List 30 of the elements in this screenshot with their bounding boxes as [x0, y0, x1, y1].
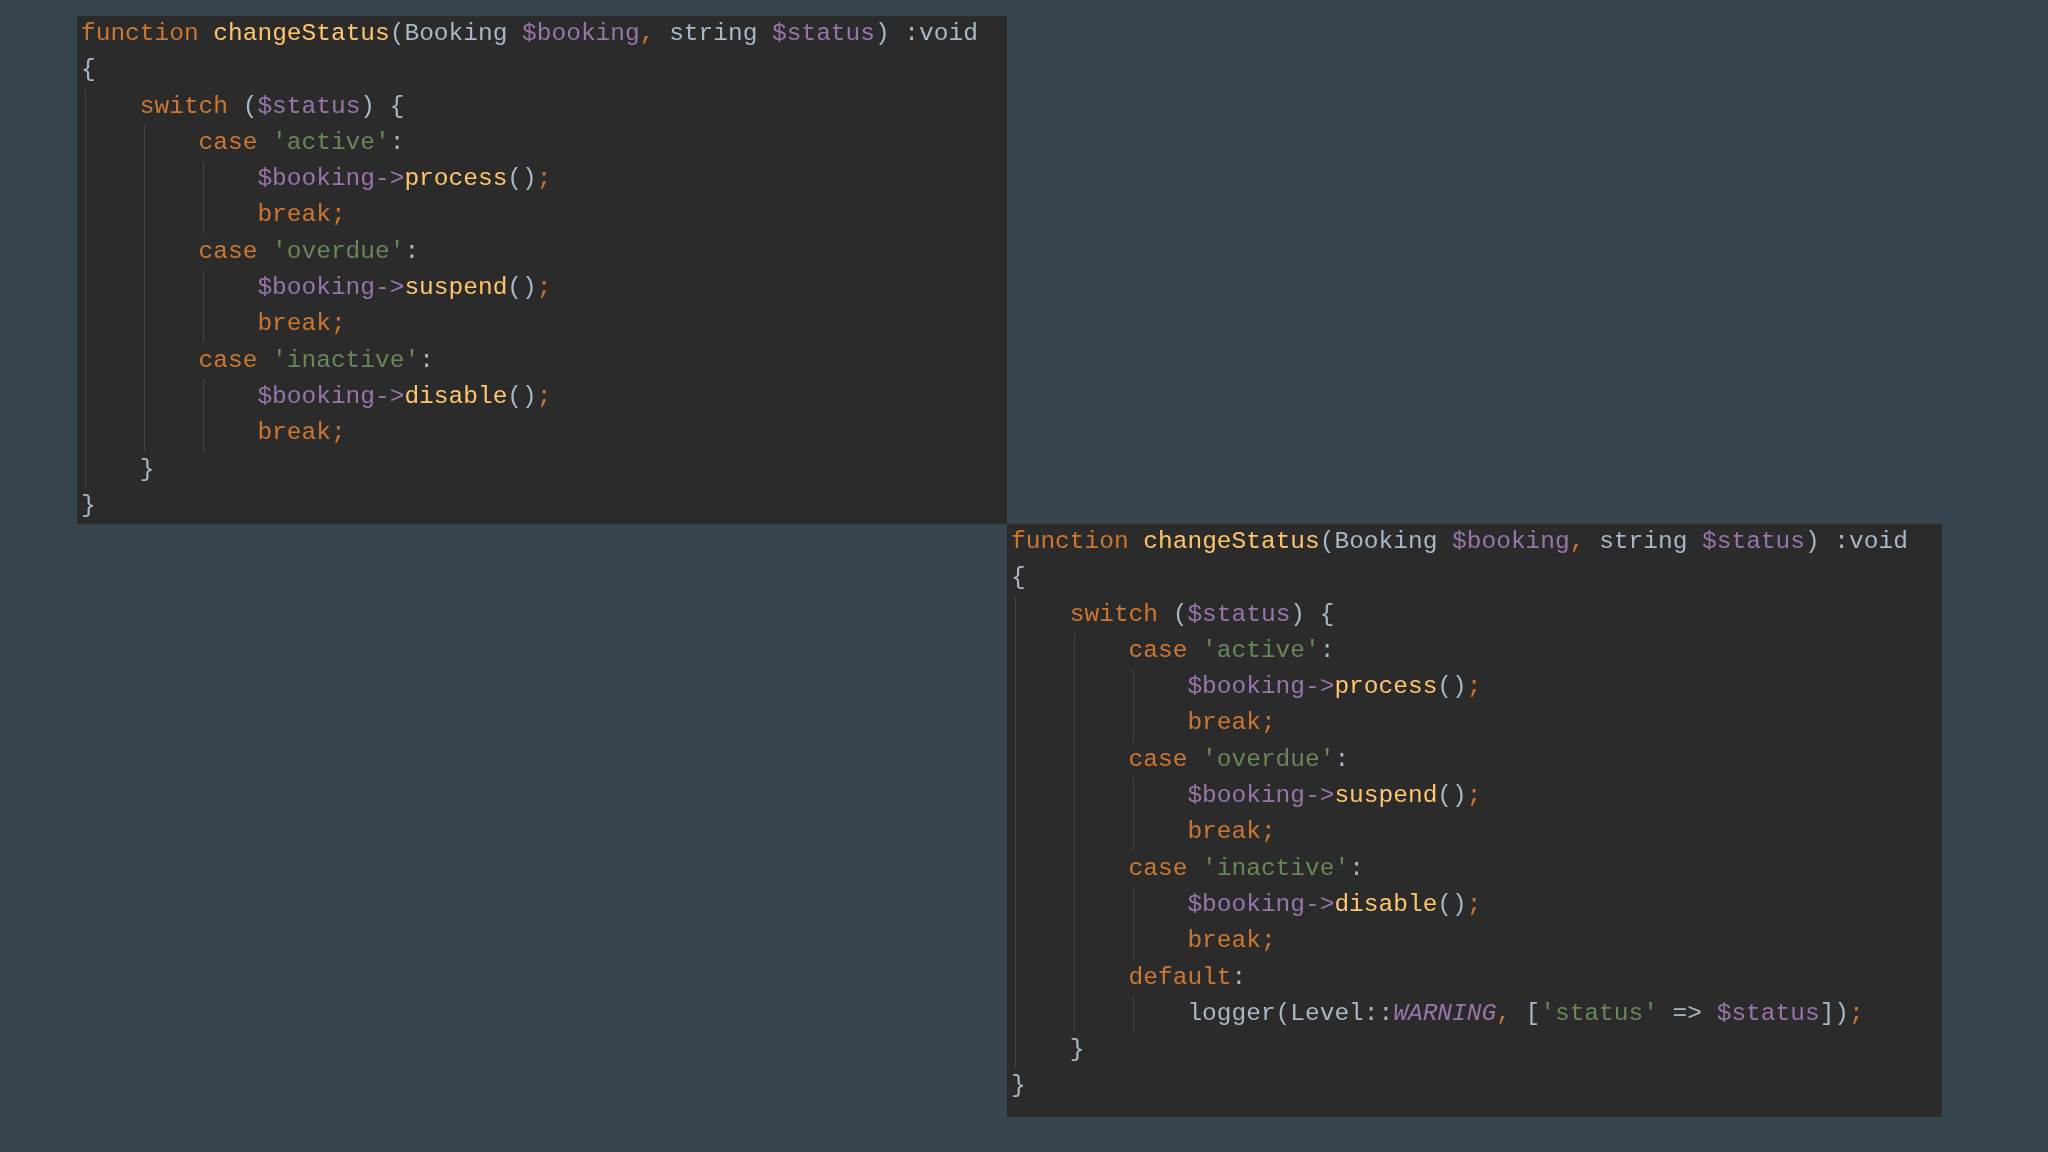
code-line: $booking->suspend();	[1187, 781, 1482, 812]
code-line: {	[1011, 563, 1026, 594]
code-line: $booking->process();	[1187, 672, 1482, 703]
code-line: }	[81, 490, 96, 521]
code-line: break;	[257, 418, 346, 449]
code-line: }	[1069, 1035, 1085, 1066]
code-line: case 'inactive':	[198, 345, 434, 376]
code-line: }	[1011, 1071, 1026, 1102]
code-line: function changeStatus(Booking $booking, string $status) :void	[81, 19, 978, 49]
code-line: break;	[257, 200, 346, 231]
code-line: default:	[1128, 962, 1247, 993]
code-line: break;	[1187, 926, 1276, 957]
code-line: logger(Level::WARNING, ['status' => $status]);	[1187, 998, 1864, 1029]
code-line: case 'overdue':	[1128, 744, 1350, 775]
code-line: case 'active':	[198, 127, 405, 158]
code-line: $booking->suspend();	[257, 273, 552, 304]
code-line: $booking->process();	[257, 164, 552, 195]
code-line: $booking->disable();	[1187, 889, 1482, 920]
code-line: switch ($status) {	[139, 91, 405, 122]
code-line: break;	[1187, 708, 1276, 739]
code-line: $booking->disable();	[257, 381, 552, 412]
code-line: case 'inactive':	[1128, 853, 1364, 884]
code-line: case 'active':	[1128, 635, 1335, 666]
code-line: switch ($status) {	[1069, 599, 1335, 630]
code-line: }	[139, 454, 155, 485]
code-line: case 'overdue':	[198, 236, 420, 267]
code-line: break;	[1187, 817, 1276, 848]
code-line: {	[81, 55, 96, 86]
code-line: function changeStatus(Booking $booking, string $status) :void	[1011, 527, 1908, 557]
code-line: break;	[257, 309, 346, 340]
